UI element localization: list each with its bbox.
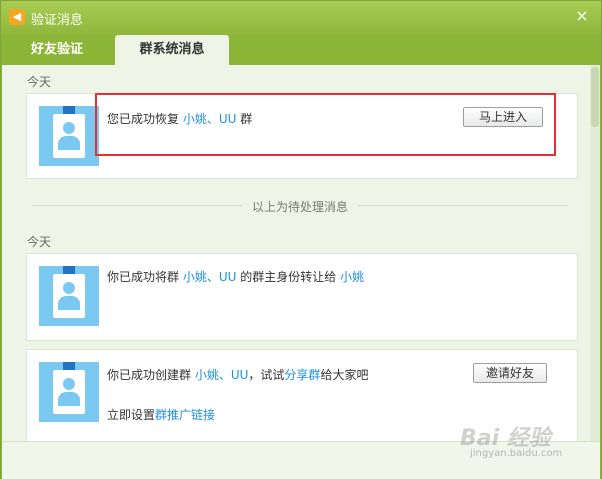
tab-group-system-messages[interactable]: 群系统消息 — [115, 35, 229, 65]
speaker-icon: ◀ — [9, 9, 25, 25]
tab-friend-verification[interactable]: 好友验证 — [11, 35, 103, 65]
group-avatar — [39, 106, 99, 166]
group-avatar — [39, 362, 99, 422]
window-title: 验证消息 — [31, 13, 84, 28]
watermark-sub: jingyan.baidu.com — [470, 448, 563, 459]
group-promo-link[interactable]: 群推广链接 — [155, 408, 215, 422]
message-card-transfer: 你已成功将群 小姚、UU 的群主身份转让给 小姚 — [26, 253, 578, 341]
group-name-link[interactable]: 小姚、UU — [183, 270, 237, 284]
share-group-link[interactable]: 分享群 — [284, 368, 320, 382]
title-bar: ◀ 验证消息 × — [1, 1, 601, 35]
divider-line-right — [358, 205, 568, 206]
close-button[interactable]: × — [573, 7, 591, 25]
scrollbar[interactable] — [590, 65, 600, 441]
divider-line-left — [32, 205, 242, 206]
pending-divider-text: 以上为待处理消息 — [252, 200, 349, 214]
message-text: 你已成功创建群 小姚、UU，试试分享群给大家吧 — [107, 368, 369, 382]
section-label-today: 今天 — [27, 75, 52, 89]
invite-friends-button[interactable]: 邀请好友 — [473, 363, 547, 383]
message-text: 你已成功将群 小姚、UU 的群主身份转让给 小姚 — [107, 270, 365, 284]
group-name-link[interactable]: 小姚、UU — [195, 368, 249, 382]
annotation-highlight-box — [95, 93, 556, 156]
section-label-today-2: 今天 — [27, 235, 52, 249]
verification-window: ◀ 验证消息 × 好友验证 群系统消息 今天 您已成功恢复 小姚、UU 群 马上… — [0, 0, 602, 479]
promo-text: 立即设置群推广链接 — [107, 408, 216, 422]
tab-bar: 好友验证 群系统消息 — [1, 35, 601, 65]
scroll-thumb[interactable] — [591, 67, 599, 127]
user-name-link[interactable]: 小姚 — [340, 270, 364, 284]
group-avatar — [39, 266, 99, 326]
